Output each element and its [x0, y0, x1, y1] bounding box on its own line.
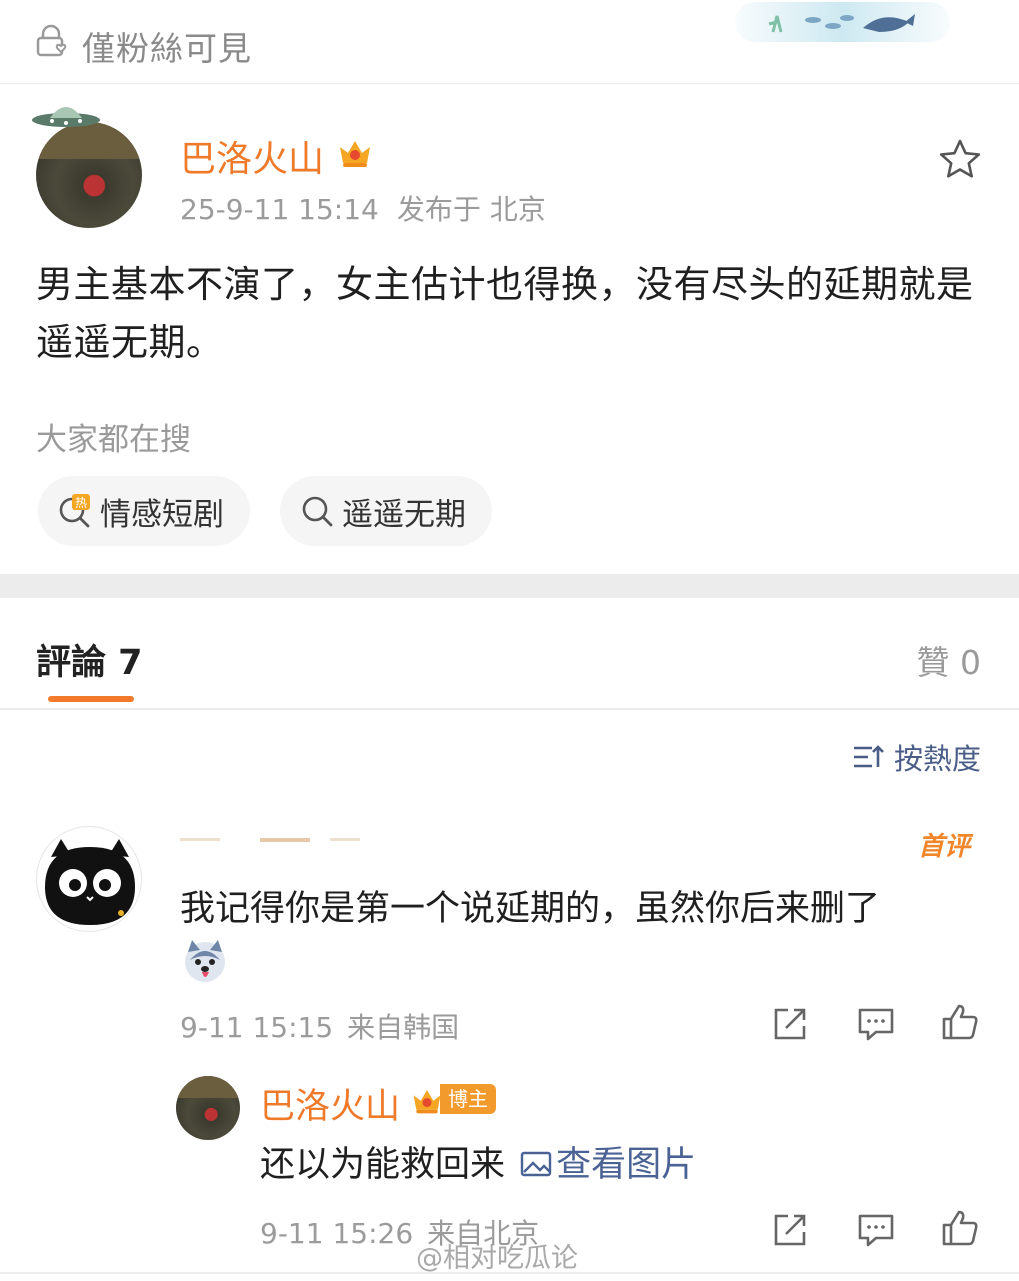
sort-button[interactable]: 按熱度	[852, 736, 981, 778]
author-avatar[interactable]	[30, 98, 148, 230]
post-meta: 25-9-11 15:14 发布于 北京	[180, 188, 564, 228]
author-badge: 博主	[410, 1082, 496, 1116]
blogger-tag: 博主	[440, 1084, 496, 1114]
black-cat-avatar-icon	[45, 839, 135, 925]
comment-meta: 9-11 15:15 来自韩国	[180, 1006, 473, 1046]
section-divider	[0, 574, 1019, 598]
tab-comments[interactable]: 評論 7	[36, 634, 143, 685]
trending-chip-1[interactable]: 热 情感短剧	[38, 476, 250, 546]
trending-search-title: 大家都在搜	[36, 422, 191, 458]
first-comment-badge: 首评	[918, 832, 971, 862]
post-location: 发布于 北京	[396, 193, 546, 226]
like-icon[interactable]	[940, 1002, 980, 1042]
reply-author-avatar[interactable]	[176, 1076, 240, 1140]
bottom-divider	[0, 1272, 1019, 1274]
visibility-bar: 僅粉絲可見	[0, 0, 1019, 84]
sort-icon	[853, 745, 884, 768]
ufo-decoration-icon	[32, 107, 100, 127]
comment-text: 我记得你是第一个说延期的，虽然你后来删了	[180, 889, 881, 929]
share-icon[interactable]	[770, 1004, 810, 1044]
watermark: @相对吃瓜论	[416, 1243, 578, 1274]
reply-text: 还以为能救回来	[260, 1145, 506, 1185]
active-tab-indicator	[48, 696, 134, 702]
hot-search-icon: 热	[59, 494, 90, 528]
view-image-label: 查看图片	[556, 1145, 697, 1185]
image-icon	[520, 1151, 552, 1177]
sort-label: 按熱度	[893, 742, 981, 776]
favorite-star-icon[interactable]	[938, 138, 982, 180]
commenter-name-masked	[180, 838, 360, 842]
reply-date: 9-11 15:26	[260, 1217, 414, 1250]
lock-icon	[36, 24, 67, 57]
avatar-image	[36, 122, 142, 228]
trending-chip-label: 情感短剧	[100, 496, 224, 533]
comment-icon[interactable]	[856, 1210, 896, 1250]
post-date: 25-9-11 15:14	[180, 193, 379, 226]
comment-location: 来自韩国	[347, 1011, 460, 1044]
vip-crown-icon	[340, 141, 370, 167]
trending-chip-label: 遥遥无期	[342, 496, 466, 533]
trending-chip-2[interactable]: 遥遥无期	[280, 476, 492, 546]
like-icon[interactable]	[940, 1208, 980, 1248]
comment-icon[interactable]	[856, 1004, 896, 1044]
decoration-banner	[735, 2, 950, 42]
share-icon[interactable]	[770, 1210, 810, 1250]
tabs-divider	[0, 708, 1019, 710]
comment-date: 9-11 15:15	[180, 1011, 334, 1044]
husky-emoji-icon	[185, 940, 225, 982]
visibility-label: 僅粉絲可見	[82, 29, 252, 68]
author-name[interactable]: 巴洛火山	[180, 130, 324, 182]
search-icon	[302, 496, 333, 527]
view-image-link[interactable]: 查看图片	[516, 1145, 696, 1185]
svg-text:热: 热	[75, 496, 87, 510]
reply-author-name[interactable]: 巴洛火山	[260, 1078, 400, 1129]
vip-crown-icon	[413, 1090, 441, 1114]
tab-likes[interactable]: 贊 0	[917, 636, 982, 684]
commenter-avatar[interactable]	[36, 826, 142, 932]
reply-text-line: 还以为能救回来 查看图片	[260, 1136, 696, 1187]
post-content: 男主基本不演了，女主估计也得换，没有尽头的延期就是遥遥无期。	[36, 263, 974, 364]
fish-decoration-icon	[768, 14, 915, 33]
